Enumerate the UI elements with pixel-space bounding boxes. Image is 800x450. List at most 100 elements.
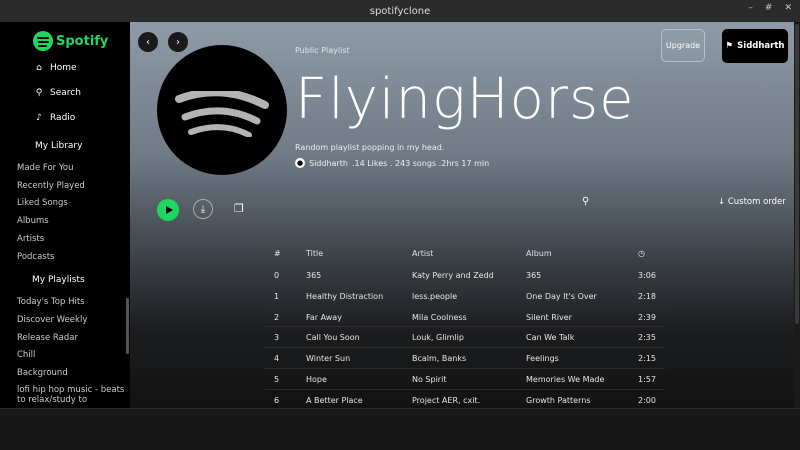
window-controls: – # ✕ xyxy=(748,3,792,13)
user-avatar-icon: ● xyxy=(295,158,305,168)
track-duration: 2:39 xyxy=(638,312,656,322)
track-duration: 3:06 xyxy=(638,271,656,280)
spotify-logo[interactable]: Spotify xyxy=(33,31,108,51)
column-header-title[interactable]: Title xyxy=(306,249,323,258)
minimize-button[interactable]: – xyxy=(748,3,753,13)
table-row[interactable]: 4 Winter Sun Bcalm, Banks Feelings 2:15 xyxy=(265,348,665,369)
sidebar: Spotify ⌂ Home ⚲ Search ♪ Radio My Libra… xyxy=(0,22,130,408)
my-playlists-heading: My Playlists xyxy=(32,275,85,285)
window-title: spotifyclone xyxy=(369,5,431,17)
track-duration: 2:35 xyxy=(638,333,656,343)
playlist-stats: .14 Likes . 243 songs .2hrs 17 min xyxy=(351,158,490,168)
table-row[interactable]: 0 365 Katy Perry and Zedd 365 3:06 xyxy=(265,265,665,286)
track-album[interactable]: Memories We Made xyxy=(526,375,604,384)
track-title: 365 xyxy=(306,271,322,280)
playlist-view: ‹ › Public Playlist FlyingHorse Random p… xyxy=(130,22,800,408)
table-row[interactable]: 3 Call You Soon Louk, Glimlip Can We Talk 2:… xyxy=(265,327,665,349)
maximize-button[interactable]: # xyxy=(765,3,773,13)
track-duration: 2:00 xyxy=(638,395,656,405)
track-duration: 2:15 xyxy=(638,354,656,364)
search-icon[interactable]: ⚲ xyxy=(582,196,589,207)
playlist-item-chill[interactable]: Chill xyxy=(17,350,35,360)
table-row[interactable]: 1 Healthy Distraction less.people One Day I… xyxy=(265,286,665,307)
track-album[interactable]: One Day It's Over xyxy=(526,292,597,301)
track-artist[interactable]: Project AER, cxit. xyxy=(412,396,480,405)
table-row[interactable]: 6 A Better Place Project AER, cxit. Growth … xyxy=(265,390,665,408)
upgrade-button[interactable]: Upgrade xyxy=(661,29,705,62)
playlist-title: FlyingHorse xyxy=(295,67,635,132)
music-note-icon: ♪ xyxy=(36,113,42,123)
track-album[interactable]: Feelings xyxy=(526,354,559,363)
track-artist[interactable]: Bcalm, Banks xyxy=(412,354,466,363)
library-item-artists[interactable]: Artists xyxy=(17,234,44,244)
window-titlebar: spotifyclone – # ✕ xyxy=(0,0,800,22)
library-item-recently-played[interactable]: Recently Played xyxy=(17,181,85,191)
download-button[interactable]: ⤓ xyxy=(193,199,213,219)
track-number: 1 xyxy=(274,291,280,301)
track-number: 2 xyxy=(274,312,280,322)
table-row[interactable]: 5 Hope No Spirit Memories We Made 1:57 xyxy=(265,369,665,390)
track-artist[interactable]: Katy Perry and Zedd xyxy=(412,271,494,280)
track-number: 6 xyxy=(274,395,280,405)
column-header-artist[interactable]: Artist xyxy=(412,249,433,258)
track-album[interactable]: Can We Talk xyxy=(526,333,574,342)
logo-text: Spotify xyxy=(56,33,109,49)
track-number: 3 xyxy=(274,333,280,343)
track-duration: 1:57 xyxy=(638,374,656,384)
search-icon: ⚲ xyxy=(35,88,43,98)
sidebar-item-radio[interactable]: ♪ Radio xyxy=(34,113,75,123)
column-header-number: # xyxy=(274,249,281,258)
playlist-item-todays-top-hits[interactable]: Today's Top Hits xyxy=(17,297,85,307)
sidebar-item-home[interactable]: ⌂ Home xyxy=(34,63,77,73)
close-button[interactable]: ✕ xyxy=(784,3,792,13)
sidebar-item-search[interactable]: ⚲ Search xyxy=(34,88,81,98)
my-library-heading: My Library xyxy=(35,141,83,151)
spotify-logo-icon xyxy=(33,31,53,51)
table-header-row: # Title Artist Album ◷ xyxy=(265,243,665,265)
playlist-item-background[interactable]: Background xyxy=(17,368,68,378)
track-title: Healthy Distraction xyxy=(306,291,384,301)
track-number: 4 xyxy=(274,354,280,364)
library-item-albums[interactable]: Albums xyxy=(17,216,49,226)
spotify-waves-icon xyxy=(175,91,269,137)
library-item-made-for-you[interactable]: Made For You xyxy=(17,163,74,173)
track-album[interactable]: Silent River xyxy=(526,313,572,322)
track-artist[interactable]: less.people xyxy=(412,292,457,301)
back-button[interactable]: ‹ xyxy=(138,32,158,52)
location-pin-icon: ⚑ xyxy=(725,41,734,51)
sidebar-scrollbar[interactable] xyxy=(126,298,129,354)
sort-custom-order-button[interactable]: ↓ Custom order xyxy=(718,197,786,207)
player-bar xyxy=(0,408,800,450)
track-artist[interactable]: Mila Coolness xyxy=(412,313,467,322)
library-item-liked-songs[interactable]: Liked Songs xyxy=(17,198,68,208)
track-artist[interactable]: No Spirit xyxy=(412,375,446,384)
play-button[interactable] xyxy=(157,199,179,221)
sidebar-item-label: Home xyxy=(50,63,77,73)
playlist-item-release-radar[interactable]: Release Radar xyxy=(17,333,78,343)
track-number: 0 xyxy=(274,271,280,280)
playlist-owner[interactable]: Siddharth xyxy=(309,159,348,168)
play-icon xyxy=(165,206,173,214)
library-item-podcasts[interactable]: Podcasts xyxy=(17,252,55,262)
playlist-item-discover-weekly[interactable]: Discover Weekly xyxy=(17,315,87,325)
track-album[interactable]: 365 xyxy=(526,271,541,280)
copy-icon[interactable]: ❐ xyxy=(234,202,244,215)
user-menu-button[interactable]: ⚑ Siddharth xyxy=(722,29,788,63)
playlist-item-lofi-line2[interactable]: to relax/study to xyxy=(17,395,87,405)
main-scrollbar[interactable] xyxy=(794,22,800,408)
playlist-type: Public Playlist xyxy=(295,46,350,55)
track-title: Hope xyxy=(306,374,327,384)
playlist-cover-image xyxy=(157,45,287,175)
track-table: # Title Artist Album ◷ 0 365 Katy Perry an… xyxy=(265,243,665,408)
user-name: Siddharth xyxy=(737,41,785,51)
table-row[interactable]: 2 Far Away Mila Coolness Silent River 2:39 xyxy=(265,307,665,328)
playlist-item-lofi-line1[interactable]: lofi hip hop music - beats xyxy=(17,385,124,395)
track-title: Far Away xyxy=(306,312,342,322)
forward-button[interactable]: › xyxy=(168,32,188,52)
track-title: Winter Sun xyxy=(306,354,351,364)
track-album[interactable]: Growth Patterns xyxy=(526,396,590,405)
column-header-album[interactable]: Album xyxy=(526,249,552,258)
track-number: 5 xyxy=(274,374,280,384)
track-artist[interactable]: Louk, Glimlip xyxy=(412,333,464,342)
clock-icon: ◷ xyxy=(638,249,645,258)
